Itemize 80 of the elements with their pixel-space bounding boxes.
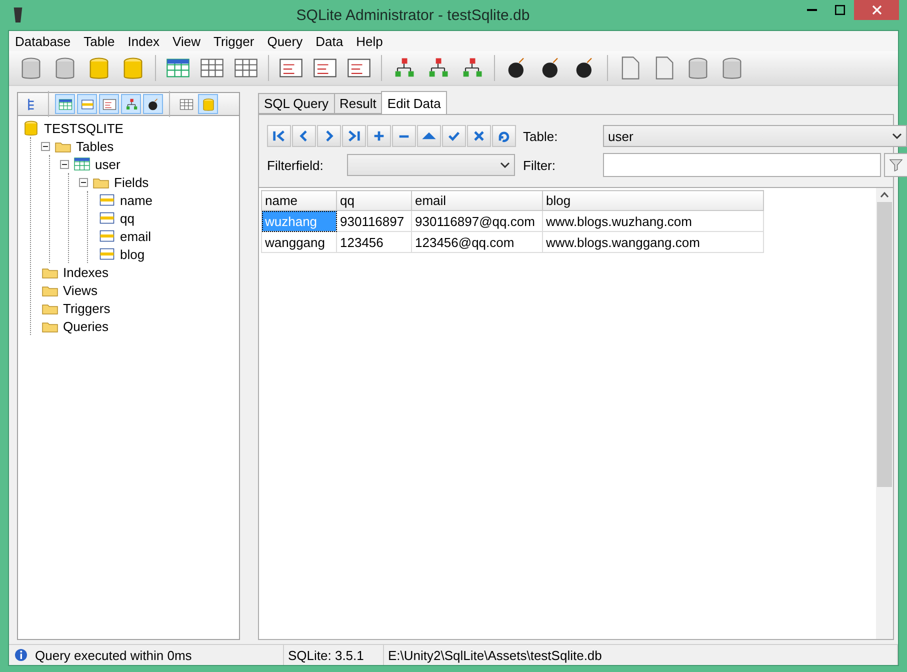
column-header[interactable]: email: [412, 190, 542, 210]
chevron-down-icon: [500, 162, 510, 168]
tree-item[interactable]: user: [95, 156, 120, 172]
tree-item[interactable]: name: [120, 192, 153, 208]
tree-item[interactable]: email: [120, 228, 152, 244]
vertical-scrollbar[interactable]: [876, 188, 893, 639]
tree-item[interactable]: Queries: [63, 318, 109, 334]
minus-button[interactable]: [392, 125, 416, 147]
table-icon: [73, 155, 91, 173]
status-text: Query executed within 0ms: [35, 648, 192, 662]
next-button[interactable]: [317, 125, 341, 147]
tree-item[interactable]: Indexes: [63, 264, 109, 280]
toolbar-toggle-button[interactable]: [121, 94, 141, 114]
previous-button[interactable]: [292, 125, 316, 147]
filter-label: Filter:: [523, 158, 556, 172]
column-header[interactable]: blog: [542, 190, 764, 210]
menu-item[interactable]: Index: [124, 34, 169, 48]
cancel-button[interactable]: [467, 125, 491, 147]
index-icon: [124, 96, 138, 112]
plus-button[interactable]: [367, 125, 391, 147]
funnel-icon: [888, 157, 904, 173]
table-cell[interactable]: 123456@qq.com: [412, 232, 542, 252]
collapse-toggle-icon[interactable]: [79, 178, 88, 186]
first-button[interactable]: [267, 125, 291, 147]
tree-item[interactable]: Triggers: [63, 300, 110, 316]
table-cell[interactable]: www.blogs.wuzhang.com: [542, 210, 764, 232]
first-icon: [271, 128, 287, 144]
table-dropdown[interactable]: user: [603, 125, 907, 147]
minimize-icon: [807, 9, 817, 11]
tab[interactable]: SQL Query: [258, 93, 335, 114]
collapse-toggle-icon[interactable]: [41, 142, 50, 150]
maximize-icon: [835, 5, 845, 15]
menu-item[interactable]: Help: [352, 34, 392, 48]
menu-item[interactable]: Table: [80, 34, 124, 48]
up-button[interactable]: [417, 125, 441, 147]
filterfield-dropdown[interactable]: [347, 154, 515, 176]
status-text: SQLite: 3.5.1: [288, 648, 364, 662]
last-button[interactable]: [342, 125, 366, 147]
column-header[interactable]: qq: [336, 190, 412, 210]
table-cell[interactable]: 930116897: [336, 210, 412, 232]
table-cell[interactable]: 123456: [336, 232, 412, 252]
filterfield-label: Filterfield:: [267, 158, 324, 172]
tab[interactable]: Result: [334, 93, 382, 114]
tree-item[interactable]: Tables: [76, 138, 114, 154]
table-label: Table:: [523, 128, 559, 144]
table-cell[interactable]: 930116897@qq.com: [412, 210, 542, 232]
tree-item[interactable]: TESTSQLITE: [44, 120, 124, 136]
tree-item[interactable]: qq: [120, 210, 134, 226]
refresh-button[interactable]: [492, 125, 516, 147]
toolbar-toggle-button[interactable]: [55, 94, 75, 114]
toolbar-toggle-button[interactable]: [77, 94, 97, 114]
table-cell[interactable]: wanggang: [262, 232, 336, 252]
table-icon: [58, 96, 72, 112]
tree-item[interactable]: Fields: [114, 174, 149, 190]
menu-item[interactable]: Data: [312, 34, 352, 48]
close-icon: [872, 5, 882, 15]
filter-button[interactable]: [884, 153, 907, 177]
column-header[interactable]: name: [262, 190, 336, 210]
window-title: SQLite Administrator - testSqlite.db: [295, 6, 531, 24]
info-icon: [13, 647, 29, 663]
close-button[interactable]: [854, 0, 899, 20]
menu-item[interactable]: Query: [263, 34, 312, 48]
last-icon: [346, 128, 362, 144]
tree-item[interactable]: Views: [63, 282, 98, 298]
tab[interactable]: Edit Data: [381, 91, 447, 114]
collapse-toggle-icon[interactable]: [60, 160, 69, 168]
status-text: E:\Unity2\SqlLite\Assets\testSqlite.db: [388, 648, 602, 662]
menu-item[interactable]: View: [168, 34, 210, 48]
toolbar-toggle-button[interactable]: [99, 94, 119, 114]
toolbar-toggle-button[interactable]: [143, 94, 163, 114]
check-button[interactable]: [442, 125, 466, 147]
menu-item[interactable]: Trigger: [210, 34, 264, 48]
menu-item[interactable]: Database: [11, 34, 80, 48]
database-icon: [200, 96, 216, 112]
chevron-down-icon: [892, 133, 902, 139]
filter-field[interactable]: [603, 153, 881, 177]
toolbar-toggle-button[interactable]: [198, 94, 218, 114]
table-cell[interactable]: www.blogs.wanggang.com: [542, 232, 764, 252]
tree-item[interactable]: blog: [120, 246, 145, 262]
database-icon: [22, 119, 40, 137]
